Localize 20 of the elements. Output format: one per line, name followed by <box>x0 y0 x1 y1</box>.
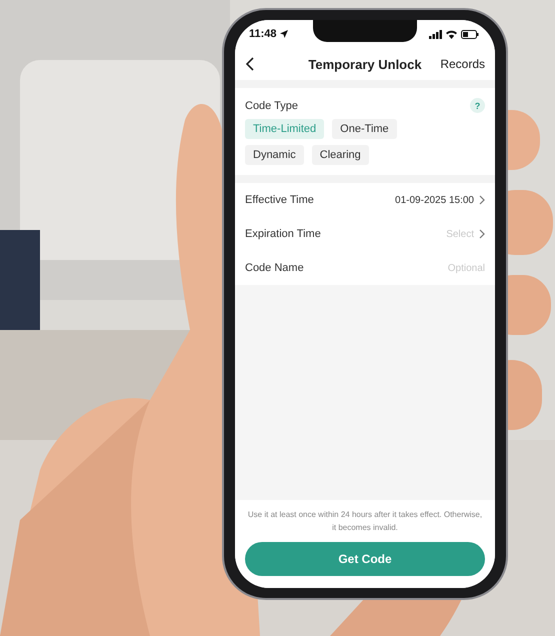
location-arrow-icon <box>280 30 288 38</box>
field-label: Effective Time <box>245 194 314 206</box>
back-icon <box>245 57 254 71</box>
back-button[interactable] <box>245 57 254 71</box>
signal-icon <box>429 30 442 38</box>
field-label: Code Name <box>245 262 304 274</box>
validity-note: Use it at least once within 24 hours after it takes effect. Otherwise, it becomes invalid. <box>248 509 482 534</box>
code-type-option[interactable]: Clearing <box>312 145 369 165</box>
screen-title: Temporary Unlock <box>308 56 422 72</box>
status-time: 11:48 <box>249 28 277 40</box>
records-link[interactable]: Records <box>440 57 485 71</box>
code-type-option[interactable]: One-Time <box>332 119 397 139</box>
chevron-right-icon <box>479 195 485 205</box>
time-value[interactable]: 01-09-2025 15:00 <box>395 194 474 206</box>
chevron-right-icon <box>479 229 485 239</box>
field-label: Expiration Time <box>245 228 321 240</box>
code-type-option[interactable]: Dynamic <box>245 145 304 165</box>
wifi-icon <box>446 30 457 38</box>
section-label: Code Type <box>245 100 298 112</box>
battery-icon <box>461 30 479 38</box>
